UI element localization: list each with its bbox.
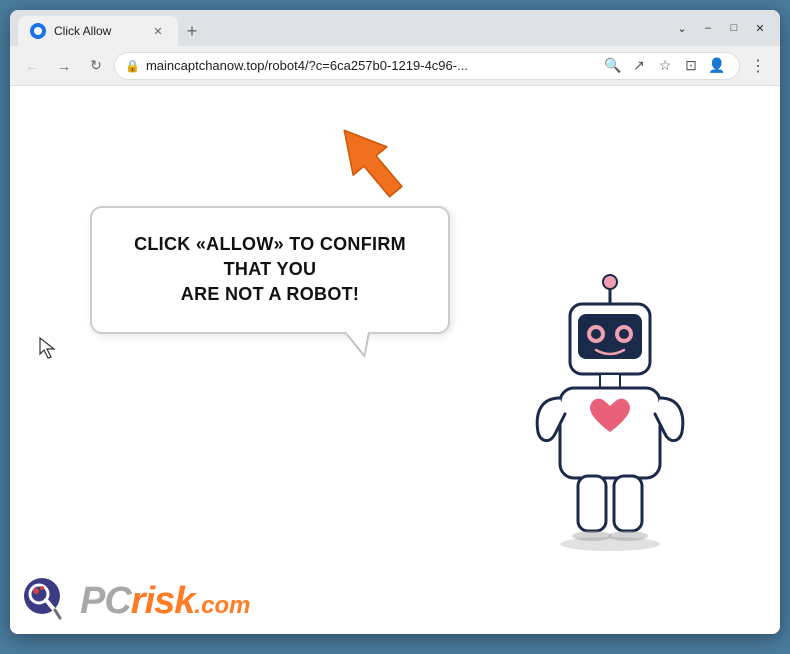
url-text: maincaptchanow.top/robot4/?c=6ca257b0-12… [146, 58, 595, 73]
robot-character [500, 274, 720, 574]
tab-close-button[interactable]: ✕ [150, 23, 166, 39]
url-bar[interactable]: 🔒 maincaptchanow.top/robot4/?c=6ca257b0-… [114, 52, 740, 80]
back-button[interactable]: ← [18, 52, 46, 80]
minimize-button[interactable]: – [696, 16, 720, 40]
tab-favicon-icon [30, 23, 46, 39]
title-bar: Click Allow ✕ + ⌄ – □ ✕ [10, 10, 780, 46]
url-actions: 🔍 ↗ ☆ ⊡ 👤 [601, 54, 729, 78]
close-button[interactable]: ✕ [748, 16, 772, 40]
address-bar: ← → ↻ 🔒 maincaptchanow.top/robot4/?c=6ca… [10, 46, 780, 86]
browser-menu-button[interactable]: ⋮ [744, 52, 772, 80]
profile-button[interactable]: 👤 [705, 54, 729, 78]
new-tab-button[interactable]: + [178, 17, 206, 45]
pcrisk-watermark: PCrisk.com [22, 576, 250, 626]
tab-strip: Click Allow ✕ + [10, 10, 662, 46]
active-tab[interactable]: Click Allow ✕ [18, 16, 178, 46]
page-content: CLICK «ALLOW» TO CONFIRM THAT YOU ARE NO… [10, 86, 780, 634]
split-button[interactable]: ⊡ [679, 54, 703, 78]
refresh-button[interactable]: ↻ [82, 52, 110, 80]
watermark-domain: .com [194, 592, 250, 619]
tab-title: Click Allow [54, 24, 142, 38]
forward-button[interactable]: → [50, 52, 78, 80]
window-controls: ⌄ – □ ✕ [662, 10, 780, 46]
maximize-button[interactable]: □ [722, 16, 746, 40]
watermark-pc: PC [80, 580, 131, 622]
pcrisk-logo-icon [22, 576, 72, 626]
speech-bubble: CLICK «ALLOW» TO CONFIRM THAT YOU ARE NO… [90, 206, 450, 334]
orange-arrow-indicator [330, 116, 410, 211]
browser-window: Click Allow ✕ + ⌄ – □ ✕ ← → ↻ 🔒 maincapt… [10, 10, 780, 634]
share-button[interactable]: ↗ [627, 54, 651, 78]
lock-icon: 🔒 [125, 59, 140, 73]
window-chevron-button[interactable]: ⌄ [670, 16, 694, 40]
mouse-cursor [38, 336, 58, 365]
bubble-text: CLICK «ALLOW» TO CONFIRM THAT YOU ARE NO… [120, 232, 420, 308]
watermark-risk: risk [131, 580, 195, 622]
bookmark-button[interactable]: ☆ [653, 54, 677, 78]
search-url-button[interactable]: 🔍 [601, 54, 625, 78]
watermark-text: PCrisk.com [80, 580, 250, 623]
